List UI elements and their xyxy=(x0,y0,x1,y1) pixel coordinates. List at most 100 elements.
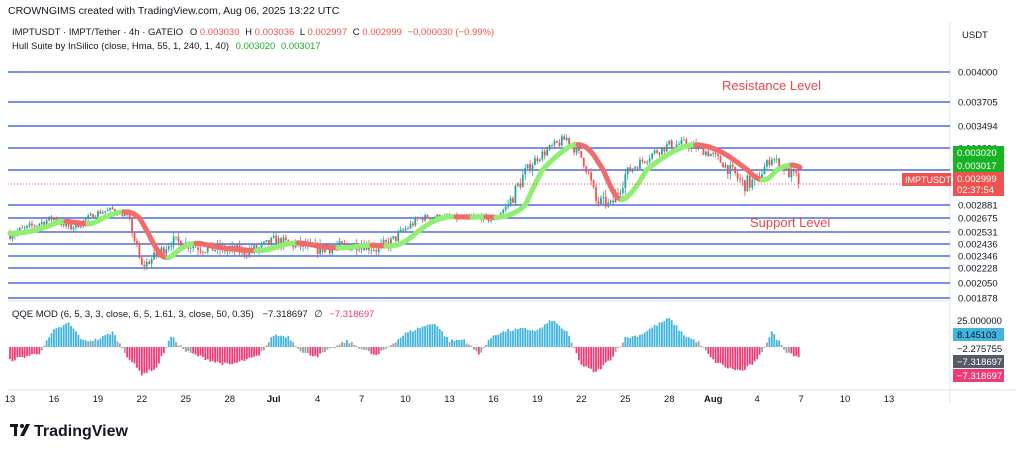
qqe-bar xyxy=(497,334,500,347)
qqe-bar xyxy=(333,347,336,349)
qqe-bar xyxy=(21,347,24,358)
candle-body xyxy=(643,161,646,163)
qqe-bar xyxy=(753,347,756,362)
qqe-bar xyxy=(609,347,612,361)
candle-body xyxy=(84,218,87,221)
candle-body xyxy=(541,151,544,160)
candle-body xyxy=(526,164,529,169)
price-axis-tick: 0.002228 xyxy=(958,264,998,275)
candle-body xyxy=(204,251,207,253)
trading-chart[interactable]: 0.0040000.0037050.0034940.0032910.003078… xyxy=(0,0,1024,456)
qqe-bar xyxy=(53,329,55,347)
qqe-bar xyxy=(744,347,746,370)
currency-label[interactable]: USDT xyxy=(962,30,988,41)
qqe-bar xyxy=(787,347,790,353)
qqe-legend[interactable]: QQE MOD (6, 5, 3, 3, close, 6, 5, 1.61, … xyxy=(12,309,374,320)
candle-body xyxy=(392,236,395,239)
qqe-bar xyxy=(631,336,634,347)
qqe-bar xyxy=(795,347,798,357)
price-axis-tick: 0.004000 xyxy=(958,68,998,79)
qqe-bar xyxy=(238,347,241,362)
qqe-bar xyxy=(556,323,558,347)
qqe-bar xyxy=(407,332,409,347)
candle-body xyxy=(79,226,82,228)
candle-body xyxy=(597,200,600,205)
qqe-bar xyxy=(619,346,622,348)
candle-body xyxy=(712,152,715,154)
qqe-bar xyxy=(685,337,688,347)
candle-body xyxy=(683,139,685,141)
qqe-bar xyxy=(306,347,309,353)
candle-body xyxy=(719,156,722,163)
candle-body xyxy=(629,167,632,172)
candle-body xyxy=(590,172,593,181)
price-axis-tick: 0.002050 xyxy=(958,279,998,290)
qqe-bar xyxy=(287,336,290,347)
candle-body xyxy=(790,168,793,178)
qqe-bar xyxy=(565,331,568,347)
qqe-bar xyxy=(65,323,68,347)
candle-body xyxy=(372,250,375,251)
qqe-bar xyxy=(109,334,112,347)
qqe-bar xyxy=(595,347,597,372)
qqe-bar xyxy=(314,347,317,356)
qqe-bar xyxy=(270,337,273,347)
qqe-bar xyxy=(580,347,583,365)
price-axis-tick: 0.002531 xyxy=(958,228,998,239)
candle-body xyxy=(272,235,275,238)
qqe-bar xyxy=(114,335,116,347)
qqe-bar xyxy=(792,347,795,357)
qqe-bar xyxy=(214,347,216,363)
time-axis-tick: 4 xyxy=(315,394,320,405)
hull-legend[interactable]: Hull Suite by InSilico (close, Hma, 55, … xyxy=(12,41,321,52)
qqe-bar xyxy=(673,325,676,347)
qqe-bar xyxy=(392,343,395,347)
open-value: 0.003030 xyxy=(200,27,240,38)
qqe-bar xyxy=(92,341,94,347)
qqe-axis-tag-blue-value: 8.145103 xyxy=(957,330,997,341)
candle-body xyxy=(189,247,192,249)
qqe-bar xyxy=(45,340,48,347)
qqe-bar xyxy=(480,347,483,353)
candle-body xyxy=(731,165,734,168)
symbol-legend[interactable]: IMPTUSDT · IMPT/Tether · 4h · GATEIO O 0… xyxy=(12,27,494,38)
candle-body xyxy=(538,159,541,161)
qqe-bar xyxy=(414,330,417,347)
qqe-bar xyxy=(692,339,695,347)
candle-body xyxy=(773,159,776,161)
qqe-axis-tick-top: 25.000000 xyxy=(957,316,1002,327)
qqe-bar xyxy=(416,327,419,347)
qqe-bar xyxy=(121,347,124,349)
qqe-bar xyxy=(729,347,732,368)
candle-body xyxy=(668,140,671,145)
qqe-bar xyxy=(189,347,192,353)
qqe-axis-tick-mid: −2.275755 xyxy=(957,344,1002,355)
qqe-bar xyxy=(429,324,431,347)
candle-body xyxy=(404,228,407,231)
candle-body xyxy=(343,243,346,244)
candle-body xyxy=(382,240,385,243)
time-axis-tick: 25 xyxy=(620,394,631,405)
close-label: C xyxy=(353,27,360,38)
qqe-bar xyxy=(670,320,673,347)
candle-body xyxy=(680,139,683,144)
qqe-bar xyxy=(509,331,512,347)
qqe-bar xyxy=(231,347,234,365)
candle-body xyxy=(338,241,341,246)
qqe-bar xyxy=(128,347,131,360)
time-axis-tick: 4 xyxy=(755,394,760,405)
qqe-bar xyxy=(494,335,497,347)
candle-body xyxy=(585,166,588,173)
qqe-bar xyxy=(468,344,470,347)
candle-body xyxy=(123,214,126,217)
candle-body xyxy=(602,196,605,198)
qqe-bar xyxy=(683,335,685,347)
candle-body xyxy=(582,157,585,167)
candle-body xyxy=(33,225,36,227)
candle-body xyxy=(416,217,419,219)
qqe-bar xyxy=(612,347,614,357)
qqe-bar xyxy=(126,347,129,358)
qqe-bar xyxy=(751,347,754,365)
qqe-bar xyxy=(48,337,50,347)
qqe-bar xyxy=(377,347,380,355)
